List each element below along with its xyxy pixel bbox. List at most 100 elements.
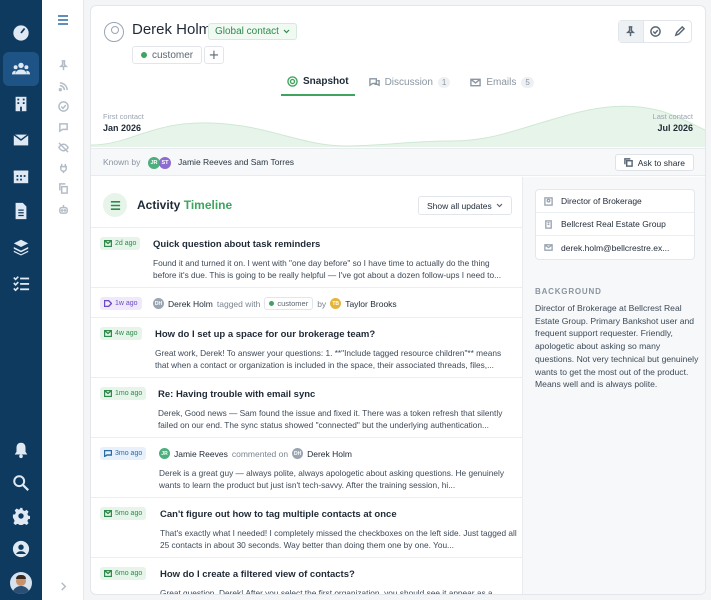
- known-by-names: Jamie Reeves and Sam Torres: [178, 157, 295, 167]
- pin-icon[interactable]: [42, 55, 84, 75]
- organizations-icon[interactable]: [0, 87, 42, 121]
- activity-header: Activity Timeline Show all updates: [91, 177, 522, 221]
- email-row[interactable]: derek.holm@bellcrestre.ex...: [536, 236, 694, 259]
- tag-label: customer: [277, 299, 309, 308]
- item-meta: DH Derek Holm tagged with customer by TB…: [153, 297, 397, 310]
- activity-wave: [91, 105, 705, 147]
- item-meta: JR Jamie Reeves commented on DH Derek Ho…: [159, 448, 352, 459]
- document-icon[interactable]: [0, 194, 42, 228]
- building-icon: [545, 219, 552, 229]
- secondary-sidebar: [42, 0, 84, 600]
- age-label: 3mo ago: [115, 450, 143, 457]
- tab-label: Discussion: [384, 77, 433, 88]
- eye-off-icon[interactable]: [42, 137, 84, 157]
- contact-type-dropdown[interactable]: Global contact: [208, 23, 297, 40]
- rss-icon[interactable]: [42, 76, 84, 96]
- target-icon: [287, 76, 298, 87]
- bot-icon[interactable]: [42, 199, 84, 219]
- status-badge[interactable]: customer: [132, 46, 203, 64]
- tab-bar: Snapshot Discussion 1 Emails 5: [281, 74, 548, 96]
- comment-icon: [104, 450, 112, 457]
- copy-icon[interactable]: [42, 178, 84, 198]
- by-word: by: [317, 298, 327, 309]
- timeline-item[interactable]: 5mo ago Can't figure out how to tag mult…: [91, 497, 522, 557]
- item-body: That's exactly what I needed! I complete…: [160, 528, 517, 551]
- check-circle-icon[interactable]: [42, 96, 84, 116]
- known-by-label: Known by: [103, 157, 141, 167]
- tab-snapshot[interactable]: Snapshot: [281, 74, 355, 96]
- copy-icon: [623, 158, 633, 167]
- chat-icon: [368, 78, 380, 87]
- calendar-icon[interactable]: [0, 159, 42, 193]
- company-row[interactable]: Bellcrest Real Estate Group: [536, 213, 694, 236]
- bell-icon[interactable]: [0, 433, 42, 467]
- filter-dropdown[interactable]: Show all updates: [418, 196, 512, 215]
- plug-icon[interactable]: [42, 158, 84, 178]
- age-pill: 4w ago: [100, 327, 142, 340]
- age-pill: 3mo ago: [100, 447, 147, 460]
- age-pill: 2d ago: [100, 237, 141, 250]
- account-icon[interactable]: [0, 532, 42, 566]
- verify-button[interactable]: [644, 21, 668, 42]
- mail-icon[interactable]: [0, 123, 42, 157]
- item-title: Re: Having trouble with email sync: [158, 389, 316, 400]
- timeline-item[interactable]: 6mo ago How do I create a filtered view …: [91, 557, 522, 595]
- ask-to-share-button[interactable]: Ask to share: [614, 154, 694, 171]
- menu-icon[interactable]: [42, 10, 84, 30]
- mail-icon: [104, 570, 112, 577]
- chat-icon[interactable]: [42, 117, 84, 137]
- age-label: 4w ago: [115, 330, 138, 337]
- timeline-item[interactable]: 4w ago How do I set up a space for our b…: [91, 317, 522, 377]
- activity-title: Activity Timeline: [137, 198, 232, 212]
- last-contact: Last contact Jul 2026: [653, 112, 693, 133]
- tab-count: 1: [437, 77, 451, 88]
- by-name[interactable]: Taylor Brooks: [345, 299, 397, 309]
- expand-chevron-icon[interactable]: [42, 576, 84, 596]
- tab-discussion[interactable]: Discussion 1: [363, 74, 457, 96]
- age-label: 5mo ago: [115, 510, 143, 517]
- add-tag-button[interactable]: +: [204, 46, 224, 64]
- item-body: Found it and turned it on. I went with "…: [153, 258, 502, 281]
- user-avatar[interactable]: [10, 572, 32, 594]
- gear-icon[interactable]: [0, 499, 42, 533]
- last-contact-value: Jul 2026: [657, 123, 693, 133]
- tag-pill[interactable]: customer: [264, 297, 314, 310]
- verb: tagged with: [216, 298, 261, 309]
- header-actions: [618, 20, 692, 43]
- pencil-icon: [674, 26, 685, 37]
- search-icon[interactable]: [0, 466, 42, 500]
- tag-icon: [104, 300, 112, 307]
- first-contact-value: Jan 2026: [103, 123, 142, 133]
- contacts-icon[interactable]: [3, 52, 39, 86]
- activity-timeline: Activity Timeline Show all updates 2d ag…: [91, 177, 523, 595]
- status-label: customer: [152, 49, 194, 61]
- avatar: DH: [153, 298, 164, 309]
- checklist-icon[interactable]: [0, 266, 42, 300]
- item-title: Can't figure out how to tag multiple con…: [160, 509, 397, 520]
- age-label: 2d ago: [115, 240, 137, 247]
- edit-button[interactable]: [667, 21, 691, 42]
- first-contact-label: First contact: [103, 112, 144, 121]
- actor-name[interactable]: Derek Holm: [168, 299, 213, 309]
- pin-button[interactable]: [619, 21, 644, 42]
- timeline-item[interactable]: 2d ago Quick question about task reminde…: [91, 227, 522, 287]
- tab-emails[interactable]: Emails 5: [464, 74, 539, 96]
- dashboard-icon[interactable]: [0, 16, 42, 50]
- filter-label: Show all updates: [427, 200, 492, 211]
- item-title: How do I set up a space for our brokerag…: [155, 329, 376, 340]
- email-label: derek.holm@bellcrestre.ex...: [561, 242, 670, 253]
- actor-name[interactable]: Jamie Reeves: [174, 449, 228, 459]
- background-heading: BACKGROUND: [535, 287, 602, 296]
- layers-icon[interactable]: [0, 230, 42, 264]
- role-row[interactable]: Director of Brokerage: [536, 190, 694, 213]
- pin-icon: [626, 26, 636, 37]
- tab-label: Snapshot: [303, 76, 349, 87]
- age-label: 6mo ago: [115, 570, 143, 577]
- timeline-item[interactable]: 1w ago DH Derek Holm tagged with custome…: [91, 287, 522, 317]
- timeline-item[interactable]: 3mo ago JR Jamie Reeves commented on DH …: [91, 437, 522, 497]
- target-name[interactable]: Derek Holm: [307, 449, 352, 459]
- list-icon: [103, 193, 127, 217]
- timeline-item[interactable]: 1mo ago Re: Having trouble with email sy…: [91, 377, 522, 437]
- known-by-bar: Known by JR ST Jamie Reeves and Sam Torr…: [91, 148, 705, 176]
- item-body: Great question, Derek! After you select …: [160, 588, 493, 595]
